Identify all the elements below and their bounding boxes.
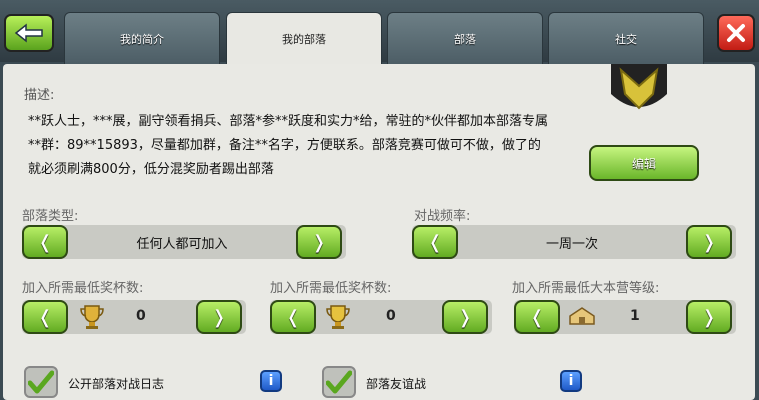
friendly-wars-checkbox[interactable] bbox=[322, 366, 356, 398]
tab-my-profile[interactable]: 我的简介 bbox=[64, 12, 220, 66]
clan-type-prev-button[interactable]: ❬ bbox=[22, 225, 68, 259]
edit-button[interactable]: 编辑 bbox=[589, 145, 699, 181]
tab-social[interactable]: 社交 bbox=[548, 12, 704, 66]
close-icon bbox=[727, 24, 745, 42]
war-frequency-label: 对战频率: bbox=[414, 209, 471, 224]
min-builder-trophies-prev-button[interactable]: ❬ bbox=[270, 300, 316, 334]
builder-trophy-icon bbox=[326, 305, 350, 329]
tab-clans[interactable]: 部落 bbox=[387, 12, 543, 66]
war-log-info-button[interactable]: i bbox=[260, 370, 282, 392]
friendly-wars-info-button[interactable]: i bbox=[560, 370, 582, 392]
checkmark-icon bbox=[326, 370, 352, 394]
min-trophies-prev-button[interactable]: ❬ bbox=[22, 300, 68, 334]
checkmark-icon bbox=[28, 370, 54, 394]
town-hall-icon bbox=[569, 307, 595, 325]
close-button[interactable] bbox=[717, 14, 755, 52]
war-frequency-value: 一周一次 bbox=[545, 237, 598, 252]
description-text: **跃人士，***展，副守领看捐兵、部落*参**跃度和实力*给，常驻的*伙伴都加… bbox=[28, 114, 549, 177]
min-trophies-value: 0 bbox=[136, 308, 146, 324]
public-war-log-checkbox[interactable] bbox=[24, 366, 58, 398]
arrow-left-icon bbox=[14, 23, 43, 43]
min-trophies-next-button[interactable]: ❭ bbox=[196, 300, 242, 334]
clan-type-value: 任何人都可加入 bbox=[136, 237, 228, 252]
min-trophies-label: 加入所需最低奖杯数: bbox=[22, 281, 144, 296]
public-war-log-label: 公开部落对战日志 bbox=[68, 377, 165, 391]
min-builder-trophies-value: 0 bbox=[386, 308, 396, 324]
min-townhall-prev-button[interactable]: ❬ bbox=[514, 300, 560, 334]
min-builder-trophies-label: 加入所需最低奖杯数: bbox=[270, 281, 392, 296]
tab-my-clan[interactable]: 我的部落 bbox=[226, 12, 382, 65]
description-label: 描述: bbox=[24, 88, 55, 103]
clan-type-label: 部落类型: bbox=[22, 209, 79, 224]
back-button[interactable] bbox=[4, 14, 54, 52]
war-frequency-prev-button[interactable]: ❬ bbox=[412, 225, 458, 259]
min-builder-trophies-next-button[interactable]: ❭ bbox=[442, 300, 488, 334]
min-townhall-label: 加入所需最低大本营等级: bbox=[512, 281, 660, 296]
friendly-wars-label: 部落友谊战 bbox=[366, 377, 427, 391]
min-townhall-next-button[interactable]: ❭ bbox=[686, 300, 732, 334]
clan-badge-icon bbox=[611, 64, 667, 110]
min-townhall-value: 1 bbox=[630, 308, 640, 324]
trophy-icon bbox=[80, 305, 104, 329]
war-frequency-next-button[interactable]: ❭ bbox=[686, 225, 732, 259]
clan-type-next-button[interactable]: ❭ bbox=[296, 225, 342, 259]
